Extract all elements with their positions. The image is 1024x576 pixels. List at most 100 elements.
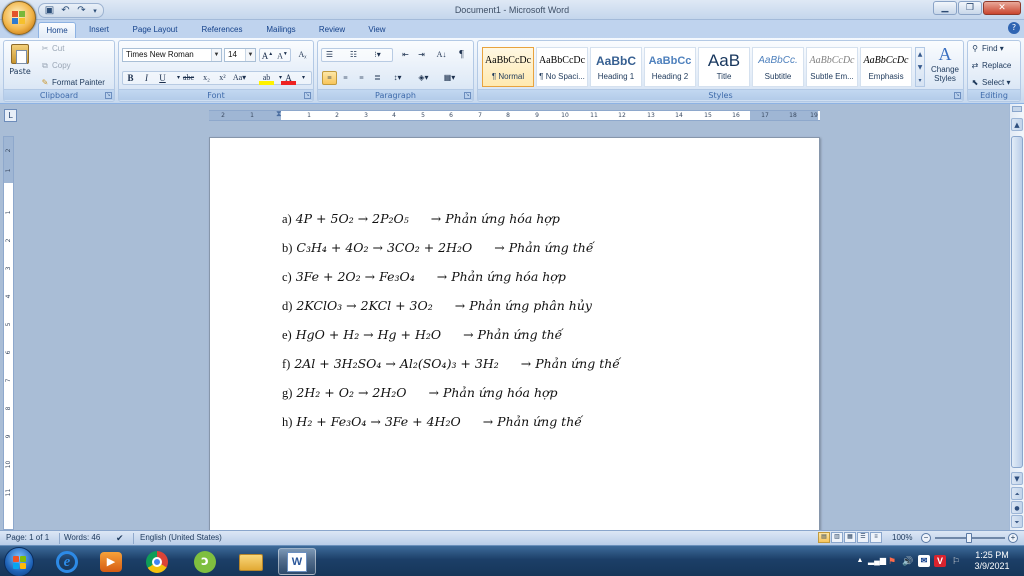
page-count[interactable]: Page: 1 of 1 [6, 533, 49, 543]
minimize-button[interactable]: ▁ [933, 1, 957, 15]
redo-icon[interactable]: ↷ [75, 5, 88, 17]
network-icon[interactable]: ▂▄▆ [868, 555, 886, 567]
horizontal-ruler[interactable]: 2 1 1 2 3 4 5 6 7 8 9 10 11 12 13 14 15 … [209, 109, 820, 121]
change-case-icon[interactable]: Aa▾ [232, 71, 247, 85]
restore-button[interactable]: ❐ [958, 1, 982, 15]
coc-coc-browser-icon[interactable]: ↄ [186, 548, 224, 575]
tab-selector-icon[interactable]: L [4, 109, 17, 122]
zoom-slider-thumb[interactable] [966, 533, 972, 543]
clipboard-launcher-icon[interactable]: ↘ [105, 92, 112, 99]
save-icon[interactable]: ▣ [43, 5, 56, 17]
highlight-icon[interactable]: ab [259, 71, 274, 85]
office-button[interactable] [2, 1, 36, 35]
zoom-out-icon[interactable]: − [921, 533, 931, 543]
bullets-icon[interactable]: ☰ [322, 48, 337, 62]
show-hidden-icons[interactable]: ▲ [854, 555, 866, 567]
tab-page-layout[interactable]: Page Layout [124, 22, 186, 38]
equation-line[interactable]: a) 4P + 5O₂ → 2P₂O₅ → Phản ứng hóa hợp [282, 211, 560, 227]
line-spacing-icon[interactable]: ↕▾ [390, 71, 405, 85]
subscript-icon[interactable]: x₂ [199, 71, 214, 85]
equation-line[interactable]: e) HgO + H₂ → Hg + H₂O → Phản ứng thế [282, 327, 562, 343]
format-painter-button[interactable]: ✎ Format Painter [40, 78, 105, 87]
taskbar-word-button[interactable]: W [278, 548, 316, 575]
outline-icon[interactable]: ☰ [857, 532, 869, 543]
close-button[interactable]: ✕ [983, 1, 1021, 15]
full-screen-reading-icon[interactable]: ▥ [831, 532, 843, 543]
paragraph-launcher-icon[interactable]: ↘ [464, 92, 471, 99]
equation-line[interactable]: h) H₂ + Fe₃O₄ → 3Fe + 4H₂O → Phản ứng thế [282, 414, 582, 430]
font-size-combo[interactable]: 14 ▼ [224, 48, 256, 62]
styles-gallery-scroll[interactable]: ▲ ▼ ▾ [915, 47, 925, 87]
file-explorer-icon[interactable] [232, 548, 270, 575]
help-icon[interactable]: ? [1008, 22, 1020, 34]
next-page-icon[interactable]: ⏷ [1011, 515, 1023, 528]
qat-customize-icon[interactable]: ▾ [91, 5, 99, 17]
increase-indent-icon[interactable]: ⇥ [414, 48, 429, 62]
superscript-icon[interactable]: x² [215, 71, 230, 85]
style-title[interactable]: AaB Title [698, 47, 750, 87]
scroll-up-icon[interactable]: ▲ [1011, 118, 1023, 131]
shading-icon[interactable]: ◈▾ [416, 71, 431, 85]
vertical-scrollbar[interactable]: ▲ ▼ ⏶ ● ⏷ [1009, 104, 1024, 530]
style-subtitle[interactable]: AaBbCc. Subtitle [752, 47, 804, 87]
show-marks-icon[interactable]: ¶ [454, 48, 469, 62]
clock[interactable]: 1:25 PM 3/9/2021 [964, 550, 1020, 572]
split-box[interactable] [1012, 106, 1022, 112]
equation-line[interactable]: d) 2KClO₃ → 2KCl + 3O₂ → Phản ứng phân hủy [282, 298, 592, 314]
scroll-down-icon[interactable]: ▼ [1011, 472, 1023, 485]
indent-marker-icon[interactable]: ⧗ [276, 109, 282, 119]
align-left-icon[interactable]: ≡ [322, 71, 337, 85]
style-subtle-emphasis[interactable]: AaBbCcDc Subtle Em... [806, 47, 858, 87]
equation-line[interactable]: f) 2Al + 3H₂SO₄ → Al₂(SO₄)₃ + 3H₂ → Phản ứ… [282, 356, 620, 372]
document-page[interactable]: a) 4P + 5O₂ → 2P₂O₅ → Phản ứng hóa hợp b) C… [209, 137, 820, 530]
change-styles-button[interactable]: A Change Styles [928, 43, 962, 83]
decrease-indent-icon[interactable]: ⇤ [398, 48, 413, 62]
clear-formatting-icon[interactable]: Aᵪ [295, 48, 310, 62]
equation-line[interactable]: b) C₃H₄ + 4O₂ → 3CO₂ + 2H₂O → Phản ứng thế [282, 240, 594, 256]
tab-insert[interactable]: Insert [80, 22, 118, 38]
select-browse-object-icon[interactable]: ● [1011, 501, 1023, 514]
tab-references[interactable]: References [192, 22, 252, 38]
zoom-in-icon[interactable]: + [1008, 533, 1018, 543]
chrome-icon[interactable] [138, 548, 176, 575]
tab-view[interactable]: View [360, 22, 394, 38]
replace-button[interactable]: ⇄ Replace [970, 61, 1012, 70]
style-heading-2[interactable]: AaBbCc Heading 2 [644, 47, 696, 87]
sort-icon[interactable]: A↓ [434, 48, 449, 62]
style-no-spacing[interactable]: AaBbCcDc ¶ No Spaci... [536, 47, 588, 87]
numbering-icon[interactable]: ☷ [346, 48, 361, 62]
previous-page-icon[interactable]: ⏶ [1011, 487, 1023, 500]
underline-icon[interactable]: U [155, 71, 170, 85]
input-method-icon[interactable]: ✉ [918, 555, 930, 567]
internet-explorer-icon[interactable]: e [48, 548, 86, 575]
justify-icon[interactable]: ≣ [370, 71, 385, 85]
paste-button[interactable]: Paste [8, 44, 32, 84]
volume-icon[interactable]: 🔊 [902, 555, 914, 567]
tab-home[interactable]: Home [38, 22, 76, 38]
align-right-icon[interactable]: ≡ [354, 71, 369, 85]
font-color-icon[interactable]: A [281, 71, 296, 85]
shrink-font-icon[interactable]: A▼ [275, 48, 290, 62]
media-player-icon[interactable]: ▶ [92, 548, 130, 575]
print-layout-icon[interactable]: ▤ [818, 532, 830, 543]
find-button[interactable]: ⚲ Find ▾ [970, 44, 1004, 53]
vertical-ruler[interactable]: 2 1 1 2 3 4 5 6 7 8 9 10 11 [3, 136, 14, 530]
zoom-level[interactable]: 100% [892, 533, 912, 543]
cut-button[interactable]: ✂ Cut [40, 44, 65, 53]
equation-line[interactable]: c) 3Fe + 2O₂ → Fe₃O₄ → Phản ứng hóa hợp [282, 269, 566, 285]
language-indicator[interactable]: English (United States) [140, 533, 222, 543]
equation-line[interactable]: g) 2H₂ + O₂ → 2H₂O → Phản ứng hóa hợp [282, 385, 558, 401]
font-launcher-icon[interactable]: ↘ [304, 92, 311, 99]
strikethrough-icon[interactable]: abc [181, 71, 196, 85]
styles-launcher-icon[interactable]: ↘ [954, 92, 961, 99]
borders-icon[interactable]: ▦▾ [442, 71, 457, 85]
undo-icon[interactable]: ↶ [59, 5, 72, 17]
style-heading-1[interactable]: AaBbC Heading 1 [590, 47, 642, 87]
italic-icon[interactable]: I [139, 71, 154, 85]
unikey-icon[interactable]: V [934, 555, 946, 567]
start-button[interactable] [4, 547, 34, 576]
select-button[interactable]: ⬉ Select ▾ [970, 78, 1011, 87]
tab-review[interactable]: Review [310, 22, 354, 38]
copy-button[interactable]: ⧉ Copy [40, 61, 71, 71]
notification-flag-icon[interactable]: ⚐ [950, 555, 962, 567]
